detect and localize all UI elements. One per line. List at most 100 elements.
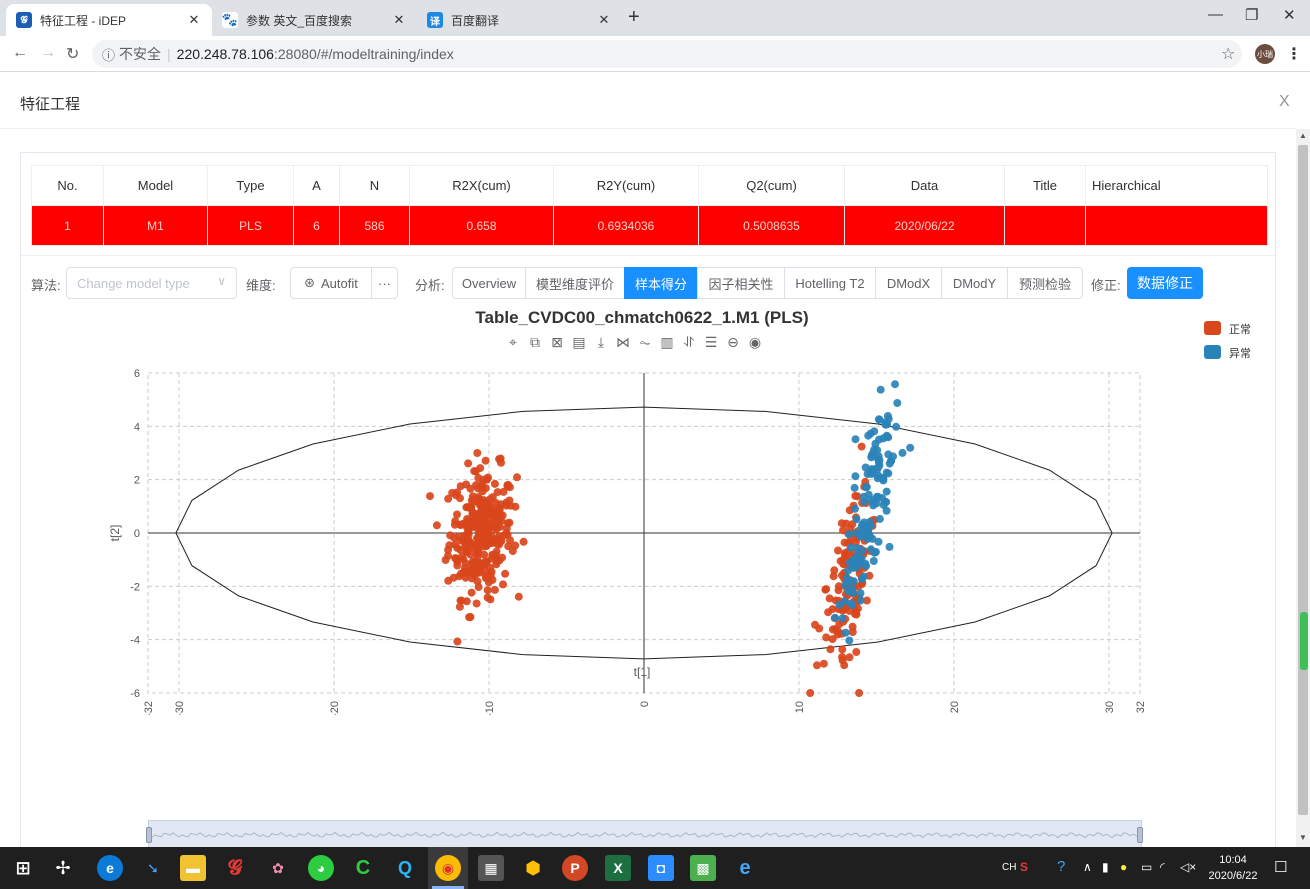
close-tab-icon[interactable]: ✕ xyxy=(596,12,612,28)
col-title[interactable]: Title xyxy=(1004,165,1086,206)
folder-arrow-icon[interactable]: ➘ xyxy=(140,855,166,881)
compress-icon[interactable]: ⥯ xyxy=(684,335,694,351)
tab-baidu-translate[interactable]: 译 百度翻译 ✕ xyxy=(417,4,622,36)
col-q2[interactable]: Q2(cum) xyxy=(698,165,845,206)
ime-indicator[interactable]: CH xyxy=(1002,862,1016,873)
omnibox[interactable]: ⓘ 不安全 | 220.248.78.106 :28080/#/modeltra… xyxy=(92,40,1242,68)
chrome-icon[interactable]: ◉ xyxy=(435,855,461,881)
browser-menu-icon[interactable]: ⋮ xyxy=(1286,44,1302,64)
tray-app-icon[interactable]: ● xyxy=(1120,860,1127,874)
scatter-point xyxy=(474,583,483,591)
file-explorer-icon[interactable]: ▬ xyxy=(180,855,206,881)
scrollbar-thumb[interactable] xyxy=(1298,145,1308,815)
lasso-icon[interactable]: ⌖ xyxy=(509,335,517,351)
clear-select-icon[interactable]: ⊠ xyxy=(551,335,563,351)
score-scatter-chart[interactable]: Table_CVDC00_chmatch0622_1.M1 (PLS) ⌖ ⧉ ⊠ ▤… xyxy=(21,303,1275,715)
col-model[interactable]: Model xyxy=(103,165,208,206)
bookmark-star-icon[interactable]: ☆ xyxy=(1221,44,1235,64)
window-close-icon[interactable]: ✕ xyxy=(1283,6,1296,24)
scatter-point xyxy=(477,482,486,491)
new-tab-button[interactable]: + xyxy=(628,6,640,29)
battery-icon[interactable]: ▭ xyxy=(1141,860,1152,874)
rect-select-icon[interactable]: ⧉ xyxy=(530,335,540,351)
sunflower-icon[interactable]: ✿ xyxy=(265,855,291,881)
scatter-point xyxy=(891,380,899,389)
calculator-icon[interactable]: ▦ xyxy=(478,855,504,881)
powerpoint-icon[interactable]: P xyxy=(562,855,588,881)
taskbar-clock[interactable]: 10:04 2020/6/22 xyxy=(1203,852,1263,884)
forward-icon[interactable]: → xyxy=(40,44,56,62)
tab-hotelling-t2[interactable]: Hotelling T2 xyxy=(784,267,876,299)
idep-app-icon[interactable]: 𝓖 xyxy=(222,855,248,881)
volume-mute-icon[interactable]: ◁× xyxy=(1180,860,1196,874)
settings-icon[interactable]: ☰ xyxy=(705,335,718,351)
notification-icon[interactable]: ☐ xyxy=(1274,858,1287,876)
meeting-icon[interactable]: ◘ xyxy=(648,855,674,881)
fan-icon[interactable]: ✢ xyxy=(50,855,76,881)
restore-icon[interactable]: ❐ xyxy=(1245,6,1258,24)
reload-icon[interactable]: ↻ xyxy=(66,44,79,64)
scatter-point xyxy=(859,525,868,534)
ie-icon[interactable]: e xyxy=(732,855,758,881)
tab-dmody[interactable]: DModY xyxy=(941,267,1008,299)
scroll-up-icon[interactable]: ▲ xyxy=(1299,131,1307,140)
tab-idep[interactable]: 𝓖 特征工程 - iDEP ✕ xyxy=(6,4,212,36)
tab-dmodx[interactable]: DModX xyxy=(875,267,942,299)
col-no[interactable]: No. xyxy=(31,165,104,206)
side-grip-handle[interactable] xyxy=(1300,612,1308,670)
slider-right-handle[interactable] xyxy=(1137,827,1143,843)
wifi-icon[interactable]: ◜ xyxy=(1160,860,1165,874)
q-search-icon[interactable]: Q xyxy=(392,855,418,881)
close-page-button[interactable]: X xyxy=(1279,93,1290,111)
scatter-point xyxy=(846,543,855,552)
autofit-button[interactable]: ⊛ Autofit xyxy=(290,267,372,299)
bar-icon[interactable]: ▥ xyxy=(660,335,673,351)
hexagon-icon[interactable]: ⬢ xyxy=(520,855,546,881)
cell-model: M1 xyxy=(103,205,208,246)
back-icon[interactable]: ← xyxy=(12,44,28,62)
wechat-icon[interactable]: ◕ xyxy=(308,855,334,881)
more-button[interactable]: ··· xyxy=(371,267,398,299)
col-data[interactable]: Data xyxy=(844,165,1005,206)
col-r2y[interactable]: R2Y(cum) xyxy=(553,165,699,206)
col-type[interactable]: Type xyxy=(207,165,294,206)
tab-prediction-test[interactable]: 预测检验 xyxy=(1007,267,1083,299)
scroll-down-icon[interactable]: ▼ xyxy=(1299,833,1307,842)
slider-left-handle[interactable] xyxy=(146,827,152,843)
microphone-icon[interactable]: ▮ xyxy=(1102,860,1109,874)
info-icon[interactable]: ⓘ xyxy=(102,45,115,64)
scatter-point xyxy=(884,450,893,459)
minus-circle-icon[interactable]: ⊖ xyxy=(727,335,739,351)
close-tab-icon[interactable]: ✕ xyxy=(186,12,202,28)
windows-start-icon[interactable]: ⊞ xyxy=(10,855,36,881)
flip-icon[interactable]: ⋈ xyxy=(616,335,630,351)
edge-icon[interactable]: e xyxy=(97,855,123,881)
data-fix-button[interactable]: 数据修正 xyxy=(1127,267,1203,299)
tab-factor-correlation[interactable]: 因子相关性 xyxy=(697,267,785,299)
tab-model-dimension[interactable]: 模型维度评价 xyxy=(525,267,625,299)
col-r2x[interactable]: R2X(cum) xyxy=(409,165,554,206)
page-scrollbar[interactable]: ▲ ▼ xyxy=(1296,129,1310,847)
table-row[interactable]: 1 M1 PLS 6 586 0.658 0.6934036 0.5008635… xyxy=(31,205,1268,246)
c-app-icon[interactable]: C xyxy=(350,855,376,881)
sogou-icon[interactable]: S xyxy=(1020,860,1028,874)
line-icon[interactable]: ⏦ xyxy=(639,335,650,351)
tab-overview[interactable]: Overview xyxy=(452,267,526,299)
data-view-icon[interactable]: ▤ xyxy=(572,335,585,351)
col-hierarchical[interactable]: Hierarchical xyxy=(1085,165,1268,206)
tab-baidu-search[interactable]: 🐾 参数 英文_百度搜索 ✕ xyxy=(212,4,417,36)
data-zoom-slider[interactable] xyxy=(146,820,1143,848)
col-n[interactable]: N xyxy=(339,165,410,206)
close-tab-icon[interactable]: ✕ xyxy=(391,12,407,28)
eye-icon[interactable]: ◉ xyxy=(749,335,761,351)
tab-sample-score[interactable]: 样本得分 xyxy=(624,267,698,299)
download-icon[interactable]: ⤓ xyxy=(598,335,604,351)
tray-expand-icon[interactable]: ∧ xyxy=(1083,860,1092,874)
excel-icon[interactable]: X xyxy=(605,855,631,881)
minimize-icon[interactable]: — xyxy=(1208,6,1223,23)
store-icon[interactable]: ▩ xyxy=(690,855,716,881)
help-icon[interactable]: ? xyxy=(1057,858,1065,875)
col-a[interactable]: A xyxy=(293,165,340,206)
avatar[interactable]: 小瑞 xyxy=(1255,44,1275,64)
model-type-select[interactable]: Change model type ∨ xyxy=(66,267,237,299)
